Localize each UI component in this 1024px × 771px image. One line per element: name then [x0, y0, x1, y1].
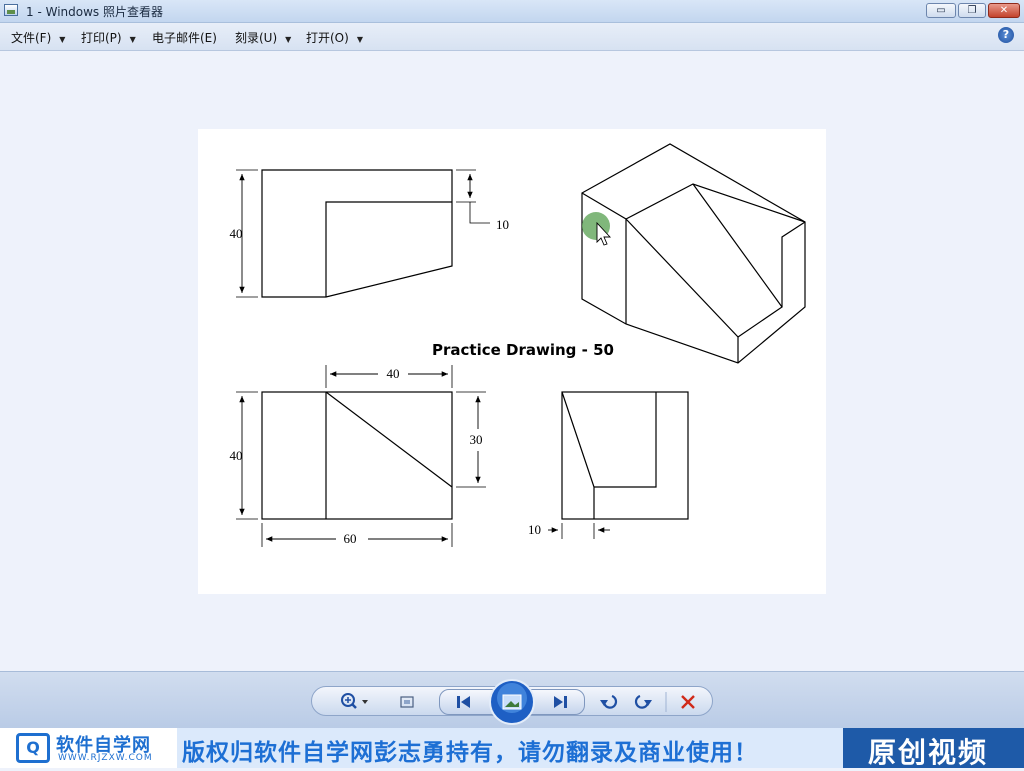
- menu-print[interactable]: 打印(P) ▼: [81, 29, 136, 46]
- chevron-down-icon: ▼: [285, 35, 292, 44]
- menu-print-label: 打印(P): [81, 31, 122, 45]
- chevron-down-icon: ▼: [59, 35, 66, 44]
- technical-drawing: 40 10 40 40 30 60 10 Practice Drawing - …: [230, 143, 806, 547]
- zoom-icon[interactable]: [341, 693, 368, 709]
- title-bar: 1 - Windows 照片查看器 ▭ ❐ ✕: [0, 0, 1024, 23]
- previous-icon[interactable]: [457, 696, 470, 708]
- delete-icon[interactable]: [681, 695, 695, 709]
- menu-email[interactable]: 电子邮件(E): [152, 29, 217, 46]
- dim-top-height: 40: [230, 448, 243, 463]
- displayed-image: 40 10 40 40 30 60 10 Practice Drawing - …: [198, 129, 826, 594]
- actual-size-icon[interactable]: [400, 696, 414, 708]
- photo-viewer-app-icon: [4, 4, 18, 16]
- front-view-outline: [261, 169, 453, 298]
- menu-burn[interactable]: 刻录(U) ▼: [235, 29, 291, 46]
- copyright-slogan: 版权归软件自学网彭志勇持有，请勿翻录及商业使用！: [182, 740, 758, 766]
- help-icon[interactable]: ?: [998, 27, 1014, 43]
- maximize-button[interactable]: ❐: [958, 3, 986, 18]
- dim-top-width: 40: [387, 366, 400, 381]
- logo-mark: Q: [16, 733, 50, 763]
- menu-file[interactable]: 文件(F) ▼: [11, 29, 65, 46]
- chevron-down-icon: ▼: [356, 35, 363, 44]
- top-view-outline: [261, 391, 453, 520]
- toolbar-icons: [341, 679, 695, 725]
- chevron-down-icon: ▼: [129, 35, 136, 44]
- dim-overall-width: 60: [344, 531, 357, 546]
- front-view-step: [325, 201, 452, 297]
- dim-side-offset: 10: [528, 522, 541, 537]
- menu-email-label: 电子邮件(E): [152, 31, 217, 45]
- side-view-outline: [561, 391, 689, 520]
- slideshow-icon[interactable]: [489, 679, 535, 725]
- dim-step: 10: [496, 217, 509, 232]
- menu-open[interactable]: 打开(O) ▼: [306, 29, 363, 46]
- original-video-badge: 原创视频: [868, 736, 989, 769]
- menu-file-label: 文件(F): [11, 31, 52, 45]
- dim-front-height: 40: [230, 226, 243, 241]
- close-button[interactable]: ✕: [988, 3, 1020, 18]
- menu-open-label: 打开(O): [306, 31, 349, 45]
- logo-url: WWW.RJZXW.COM: [58, 753, 153, 763]
- minimize-button[interactable]: ▭: [926, 3, 956, 18]
- next-icon[interactable]: [554, 696, 567, 708]
- dim-top-depth: 30: [470, 432, 483, 447]
- watermark-banner: Q 软件自学网 WWW.RJZXW.COM 版权归软件自学网彭志勇持有，请勿翻录…: [0, 728, 1024, 769]
- window-title: 1 - Windows 照片查看器: [26, 5, 163, 19]
- menu-burn-label: 刻录(U): [235, 31, 278, 45]
- rotate-left-icon[interactable]: [600, 694, 618, 709]
- rotate-right-icon[interactable]: [634, 694, 652, 709]
- menu-bar: 文件(F) ▼ 打印(P) ▼ 电子邮件(E) 刻录(U) ▼ 打开(O) ▼: [0, 23, 1024, 51]
- drawing-title: Practice Drawing - 50: [432, 341, 614, 359]
- isometric-view: [581, 143, 806, 364]
